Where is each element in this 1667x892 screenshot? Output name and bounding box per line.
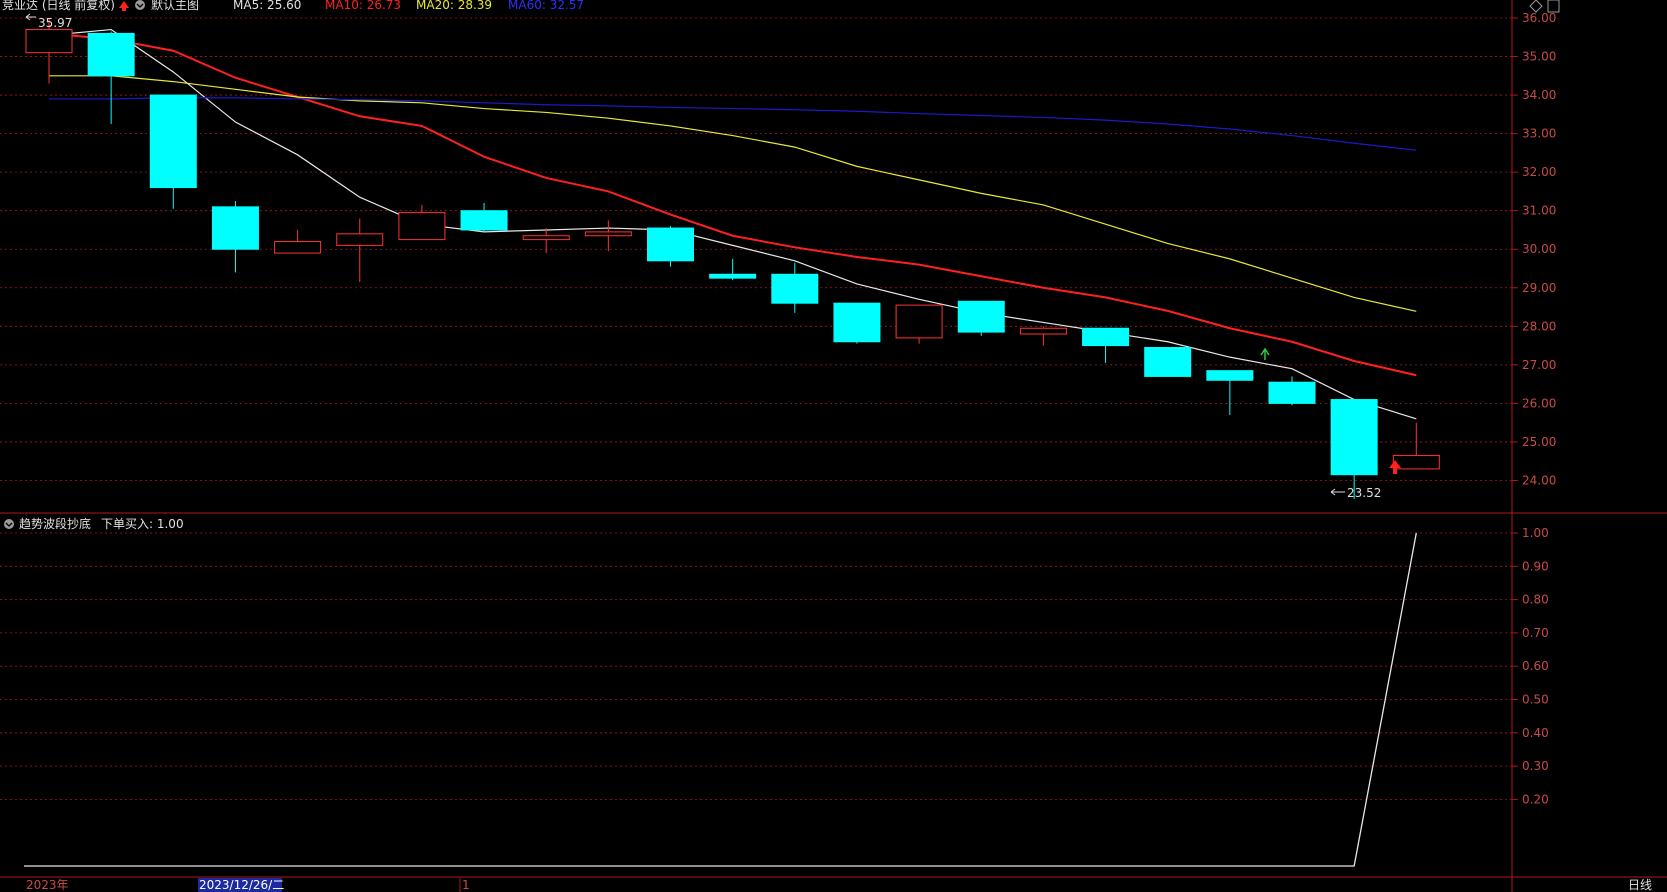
candle-body-down <box>460 210 508 231</box>
candle[interactable] <box>460 202 508 232</box>
candle[interactable] <box>1144 347 1192 377</box>
y-tick-label: 0.90 <box>1522 559 1549 573</box>
candle-body-down <box>1082 327 1130 347</box>
y-tick-label: 29.00 <box>1522 281 1556 295</box>
high-annotation: 35.97 <box>25 13 72 30</box>
candle-body-up <box>1392 454 1440 470</box>
lower-indicator-value: 下单买入: 1.00 <box>101 517 184 531</box>
marker-label: 1 <box>462 878 470 892</box>
y-tick-label: 25.00 <box>1522 435 1556 449</box>
lower-grid <box>0 532 1512 800</box>
candle[interactable] <box>1392 422 1440 470</box>
candle[interactable] <box>211 201 259 273</box>
green-buy-arrow-icon <box>1260 347 1270 360</box>
ma60-value: MA60: 32.57 <box>508 0 584 12</box>
y-tick-label: 27.00 <box>1522 358 1556 372</box>
candle[interactable] <box>1206 370 1254 415</box>
candle-body-down <box>87 32 135 77</box>
stock-title[interactable]: 竞业达 (日线 前复权) <box>2 0 115 12</box>
y-tick-label: 35.00 <box>1522 50 1556 64</box>
candle-body-down <box>1268 381 1316 404</box>
candle[interactable] <box>398 204 446 241</box>
y-tick-label: 0.80 <box>1522 593 1549 607</box>
candle[interactable] <box>336 218 384 282</box>
low-annotation: 23.52 <box>1330 486 1381 500</box>
y-tick-label: 0.70 <box>1522 626 1549 640</box>
candle[interactable] <box>833 302 881 344</box>
candle[interactable] <box>584 220 632 252</box>
candle-body-up <box>895 304 943 339</box>
candle-body-down <box>709 273 757 279</box>
candle[interactable] <box>957 300 1005 336</box>
candle-body-down <box>1206 370 1254 381</box>
indicator-name[interactable]: 默认主图 <box>151 0 199 12</box>
candle-body-down <box>957 300 1005 333</box>
candle-body-up <box>584 231 632 237</box>
period-label[interactable]: 日线 <box>1628 878 1652 892</box>
y-tick-label: 26.00 <box>1522 396 1556 410</box>
ma20-value: MA20: 28.39 <box>416 0 492 12</box>
y-tick-label: 32.00 <box>1522 165 1556 179</box>
candle-body-up <box>25 29 73 54</box>
candle-body-up <box>336 233 384 246</box>
y-tick-label: 34.00 <box>1522 88 1556 102</box>
candle-body-up <box>522 235 570 241</box>
stock-chart[interactable]: 36.00 35.00 34.00 33.00 32.00 31.00 30.00 29.00… <box>0 0 1667 892</box>
lower-header: 趋势波段抄底 下单买入: 1.00 <box>4 516 184 531</box>
candle[interactable] <box>1082 327 1130 363</box>
candle[interactable] <box>1019 326 1067 346</box>
candle[interactable] <box>709 258 757 281</box>
upper-y-axis-ticks: 36.00 35.00 34.00 33.00 32.00 31.00 30.00 29.00… <box>1512 11 1556 487</box>
lower-indicator-name[interactable]: 趋势波段抄底 <box>19 516 91 531</box>
candle[interactable] <box>771 262 819 313</box>
candle[interactable] <box>1330 399 1378 499</box>
y-tick-label: 31.00 <box>1522 204 1556 218</box>
cursor-date: 2023/12/26/二 <box>199 878 284 892</box>
candle-body-up <box>398 212 446 241</box>
red-up-arrow-icon <box>119 1 129 11</box>
ma10-value: MA10: 26.73 <box>325 0 401 12</box>
dropdown-icon[interactable] <box>135 0 145 10</box>
lower-y-axis-ticks: 1.00 0.90 0.80 0.70 0.60 0.50 0.40 0.30 0.20 <box>1512 526 1549 806</box>
candle[interactable] <box>149 94 197 209</box>
candle-body-down <box>149 94 197 189</box>
y-tick-label: 30.00 <box>1522 242 1556 256</box>
header-bar: 竞业达 (日线 前复权) 默认主图 MA5: 25.60 MA10: 26.73… <box>2 0 1560 13</box>
ma60-line <box>49 97 1417 151</box>
candle[interactable] <box>895 304 943 344</box>
year-label: 2023年 <box>26 878 69 892</box>
y-tick-label: 1.00 <box>1522 526 1549 540</box>
candle[interactable] <box>1268 376 1316 406</box>
high-label: 35.97 <box>38 16 72 30</box>
ma5-value: MA5: 25.60 <box>233 0 301 12</box>
y-tick-label: 0.30 <box>1522 759 1549 773</box>
candle-body-up <box>1019 327 1067 335</box>
y-tick-label: 0.50 <box>1522 693 1549 707</box>
y-tick-label: 36.00 <box>1522 11 1556 25</box>
footer-bar: 2023年 2023/12/26/二 1 日线 <box>26 878 1652 892</box>
candlesticks[interactable] <box>25 19 1440 499</box>
y-tick-label: 0.60 <box>1522 659 1549 673</box>
candle-body-up <box>274 241 322 254</box>
ma10-line <box>48 32 1417 377</box>
candle-body-down <box>833 302 881 343</box>
y-tick-label: 0.20 <box>1522 792 1549 806</box>
y-tick-label: 0.40 <box>1522 726 1549 740</box>
candle[interactable] <box>274 229 322 254</box>
candle[interactable] <box>647 226 694 267</box>
y-tick-label: 28.00 <box>1522 319 1556 333</box>
y-tick-label: 33.00 <box>1522 127 1556 141</box>
low-label: 23.52 <box>1347 486 1381 500</box>
dropdown-icon[interactable] <box>4 519 14 529</box>
candle-body-down <box>1144 347 1192 377</box>
candle-body-down <box>211 206 259 250</box>
candle-body-down <box>771 273 819 304</box>
y-tick-label: 24.00 <box>1522 473 1556 487</box>
candle-body-down <box>647 227 694 262</box>
candle-body-down <box>1330 399 1378 476</box>
